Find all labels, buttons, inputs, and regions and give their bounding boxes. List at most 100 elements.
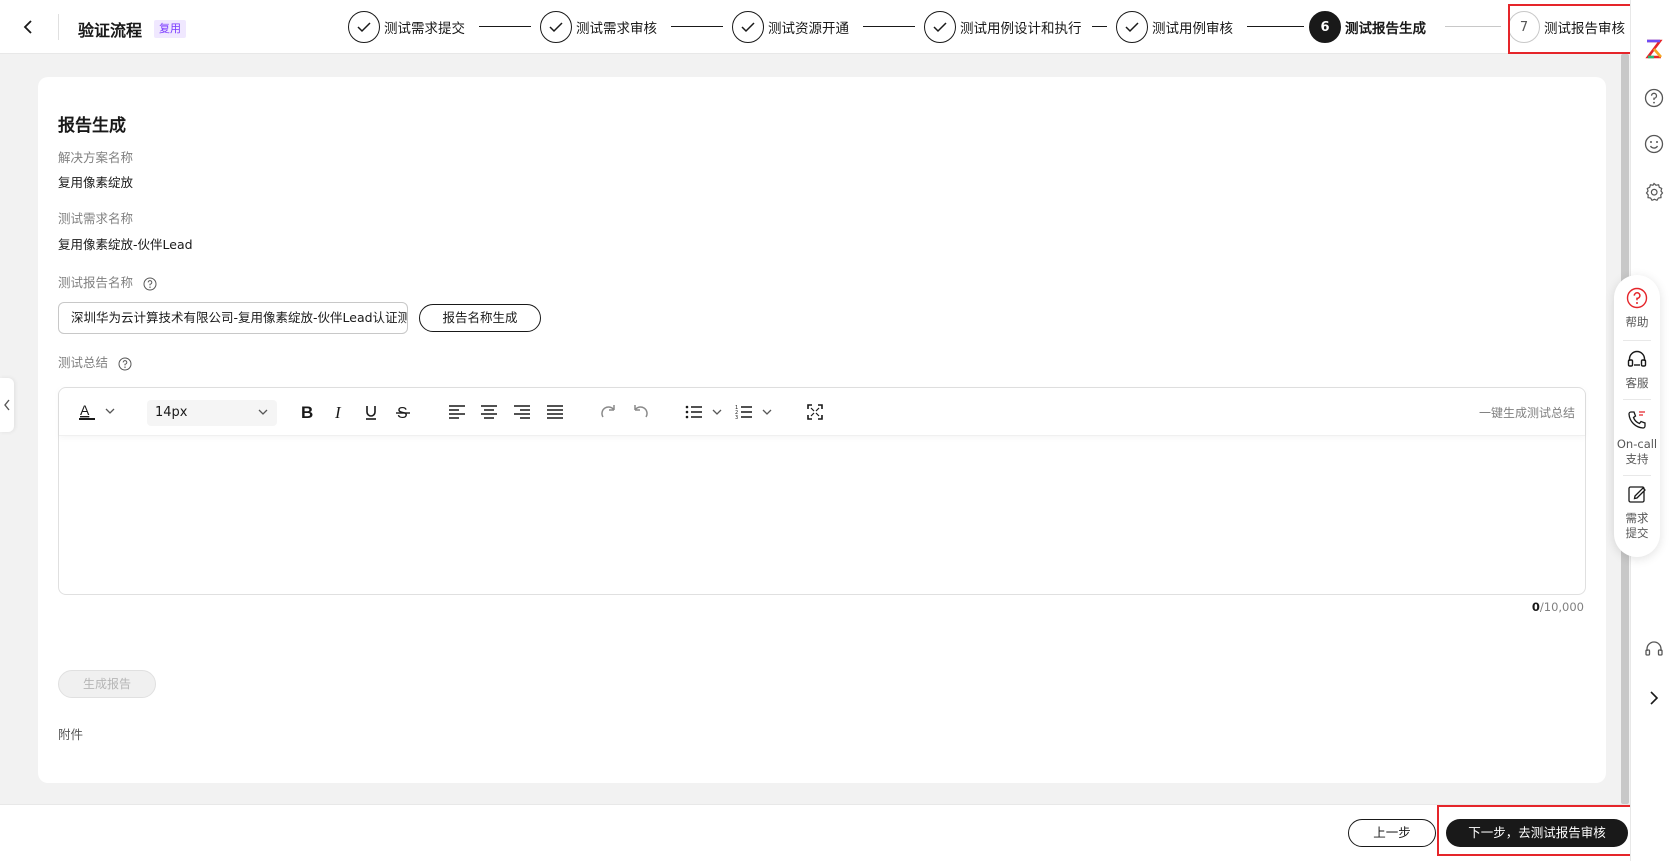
font-color-icon: A: [79, 402, 115, 420]
report-name-label-row: 测试报告名称: [58, 272, 157, 291]
help-rail-button[interactable]: [1642, 86, 1666, 110]
align-right-button[interactable]: [510, 400, 534, 424]
fullscreen-icon: [807, 404, 823, 420]
strikethrough-icon: S: [396, 405, 410, 421]
align-left-button[interactable]: [445, 400, 469, 424]
section-title: 报告生成: [58, 116, 126, 136]
highlight-box: [1508, 4, 1636, 54]
step-label: 测试资源开通: [768, 21, 849, 37]
underline-button[interactable]: [359, 400, 383, 424]
help-icon[interactable]: [143, 277, 157, 291]
step-done-circle: [1116, 11, 1148, 43]
step-label: 测试用例设计和执行: [960, 21, 1082, 37]
svg-text:I: I: [334, 403, 342, 421]
summary-label: 测试总结: [58, 355, 109, 370]
check-icon: [741, 22, 755, 33]
numbered-list-icon: 123: [735, 405, 772, 420]
service-float-label: 客服: [1625, 376, 1649, 390]
chevron-left-icon: [4, 399, 10, 411]
step-label: 测试报告生成: [1345, 21, 1426, 37]
previous-step-button[interactable]: 上一步: [1348, 819, 1436, 847]
help-float-label: 帮助: [1625, 315, 1649, 329]
help-icon[interactable]: [118, 357, 132, 371]
question-icon: [1644, 88, 1664, 108]
service-float-button[interactable]: 客服: [1614, 348, 1660, 391]
step-6[interactable]: 6 测试报告生成: [1309, 9, 1426, 45]
sidebar-expand-tab[interactable]: [0, 378, 14, 432]
step-connector: [671, 26, 723, 27]
floating-support-panel: 帮助 客服 On-call 支持 需求 提交: [1614, 275, 1660, 557]
header-divider: [58, 14, 59, 40]
help-circle-icon: [1626, 287, 1648, 309]
char-count-max: /10,000: [1539, 600, 1584, 614]
align-center-icon: [481, 405, 497, 419]
logo-icon: [1645, 39, 1663, 59]
bullet-list-icon: [685, 405, 722, 419]
expand-rail-button[interactable]: [1642, 686, 1666, 710]
brand-logo[interactable]: [1642, 37, 1666, 61]
generate-report-name-button[interactable]: 报告名称生成: [419, 304, 541, 332]
step-connector: [1092, 26, 1107, 27]
fullscreen-button[interactable]: [803, 400, 827, 424]
back-button[interactable]: [18, 17, 38, 37]
step-3[interactable]: 测试资源开通: [732, 9, 849, 45]
requirement-name-label: 测试需求名称: [58, 211, 134, 226]
feedback-rail-button[interactable]: [1642, 132, 1666, 156]
request-float-label-1: 需求: [1625, 511, 1649, 525]
report-name-input[interactable]: 深圳华为云计算技术有限公司-复用像素绽放-伙伴Lead认证测: [58, 302, 408, 334]
step-1[interactable]: 测试需求提交: [348, 9, 465, 45]
redo-button[interactable]: [597, 400, 621, 424]
numbered-list-button[interactable]: 123: [735, 400, 777, 424]
generate-report-button[interactable]: 生成报告: [58, 670, 156, 698]
attachment-label: 附件: [58, 727, 84, 742]
solution-name-value: 复用像素绽放: [58, 175, 134, 190]
step-done-circle: [540, 11, 572, 43]
page-title: 验证流程: [78, 21, 143, 40]
bullet-list-button[interactable]: [685, 400, 727, 424]
chevron-left-icon: [23, 20, 32, 34]
step-current-circle: 6: [1309, 11, 1341, 43]
bold-icon: B: [301, 403, 313, 421]
submit-request-float-button[interactable]: 需求 提交: [1614, 483, 1660, 541]
strikethrough-button[interactable]: S: [391, 400, 415, 424]
align-justify-button[interactable]: [543, 400, 567, 424]
oncall-float-button[interactable]: On-call 支持: [1614, 409, 1660, 467]
ai-generate-summary-button[interactable]: 一键生成测试总结: [1479, 404, 1575, 421]
align-right-icon: [514, 405, 530, 419]
undo-button[interactable]: [628, 400, 652, 424]
align-center-button[interactable]: [477, 400, 501, 424]
customer-service-rail-button[interactable]: [1642, 637, 1666, 661]
step-4[interactable]: 测试用例设计和执行: [924, 9, 1082, 45]
font-size-select[interactable]: 14px: [147, 400, 277, 426]
top-header: 验证流程 复用 测试需求提交 测试需求审核 测试资源开通 测试用例设计和执行 测…: [0, 0, 1630, 54]
editor-content-area[interactable]: [59, 436, 1585, 594]
step-connector: [863, 26, 915, 27]
check-icon: [357, 22, 371, 33]
step-2[interactable]: 测试需求审核: [540, 9, 657, 45]
redo-icon: [601, 405, 615, 418]
step-connector: [1445, 26, 1501, 27]
font-size-value: 14px: [155, 405, 188, 420]
font-color-button[interactable]: A: [77, 400, 117, 424]
headset-icon: [1645, 641, 1663, 656]
char-count-current: 0: [1531, 600, 1540, 614]
svg-text:A: A: [80, 402, 90, 418]
settings-rail-button[interactable]: [1642, 180, 1666, 204]
phone-icon: [1628, 411, 1646, 429]
step-done-circle: [732, 11, 764, 43]
gear-icon: [1645, 182, 1664, 202]
italic-button[interactable]: I: [327, 400, 351, 424]
step-5[interactable]: 测试用例审核: [1116, 9, 1233, 45]
smile-icon: [1644, 134, 1664, 154]
float-divider: [1623, 399, 1651, 400]
italic-icon: I: [334, 403, 342, 421]
check-icon: [1125, 22, 1139, 33]
help-float-button[interactable]: 帮助: [1614, 287, 1660, 330]
check-icon: [933, 22, 947, 33]
request-float-label-2: 提交: [1625, 526, 1649, 540]
bold-button[interactable]: B: [295, 400, 319, 424]
footer-bar: 上一步 下一步，去测试报告审核: [0, 804, 1630, 861]
solution-name-label: 解决方案名称: [58, 150, 134, 165]
align-left-icon: [449, 405, 465, 419]
step-connector: [1247, 26, 1304, 27]
